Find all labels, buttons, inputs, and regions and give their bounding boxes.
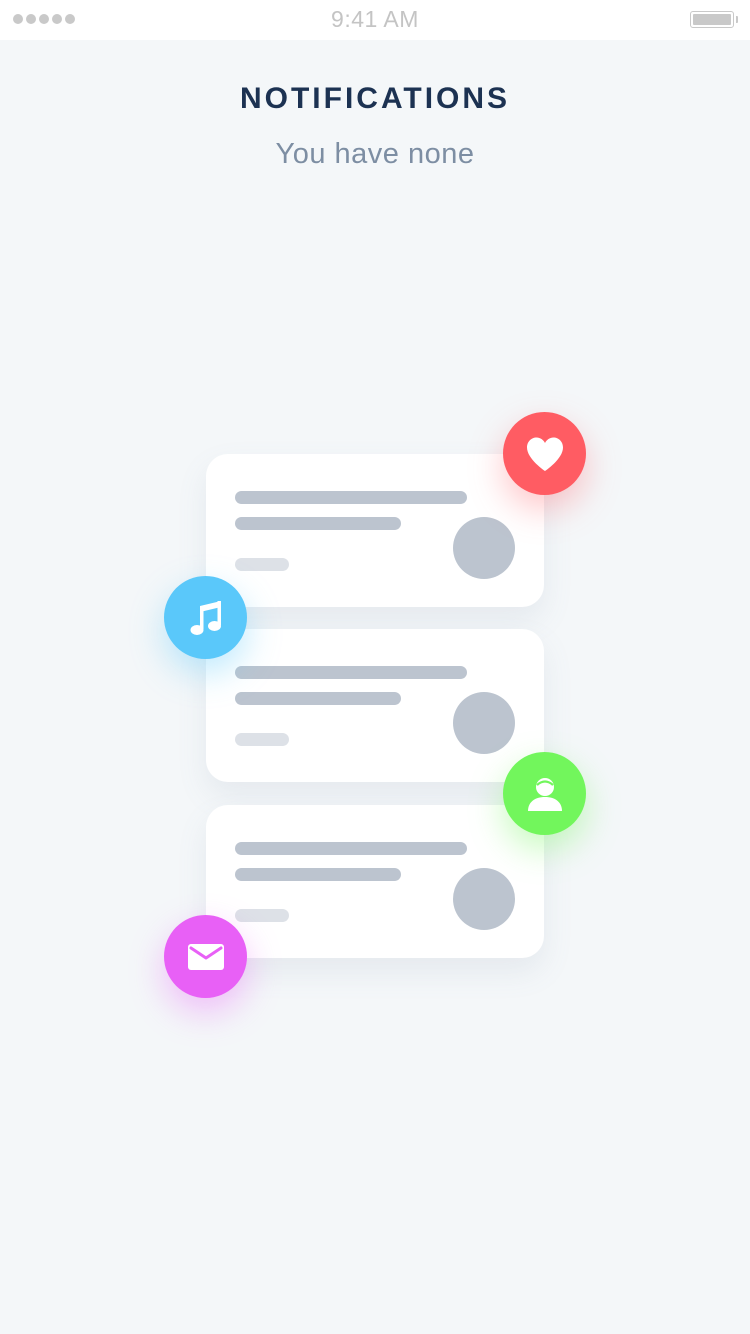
mail-icon bbox=[187, 943, 224, 970]
placeholder-line bbox=[235, 692, 401, 705]
status-time: 9:41 AM bbox=[331, 6, 419, 32]
placeholder-card bbox=[206, 629, 544, 782]
music-bubble bbox=[164, 576, 247, 659]
mail-bubble bbox=[164, 915, 247, 998]
battery-icon bbox=[690, 11, 734, 28]
placeholder-line bbox=[235, 491, 467, 504]
music-note-icon bbox=[190, 600, 221, 635]
placeholder-line bbox=[235, 666, 467, 679]
battery-tip bbox=[736, 16, 738, 23]
placeholder-card bbox=[206, 805, 544, 958]
placeholder-avatar bbox=[453, 517, 515, 579]
user-bubble bbox=[503, 752, 586, 835]
empty-state-subtitle: You have none bbox=[275, 138, 475, 170]
status-bar: 9:41 AM bbox=[0, 0, 750, 40]
page-title: NOTIFICATIONS bbox=[239, 82, 511, 115]
placeholder-line bbox=[235, 517, 401, 530]
user-icon bbox=[527, 777, 562, 811]
notifications-screen: 9:41 AM NOTIFICATIONS You have none bbox=[0, 0, 750, 1334]
placeholder-line bbox=[235, 868, 401, 881]
heart-bubble bbox=[503, 412, 586, 495]
placeholder-avatar bbox=[453, 868, 515, 930]
placeholder-line bbox=[235, 558, 289, 571]
placeholder-avatar bbox=[453, 692, 515, 754]
placeholder-line bbox=[235, 842, 467, 855]
placeholder-card bbox=[206, 454, 544, 607]
placeholder-line bbox=[235, 909, 289, 922]
heart-icon bbox=[526, 437, 563, 471]
placeholder-line bbox=[235, 733, 289, 746]
